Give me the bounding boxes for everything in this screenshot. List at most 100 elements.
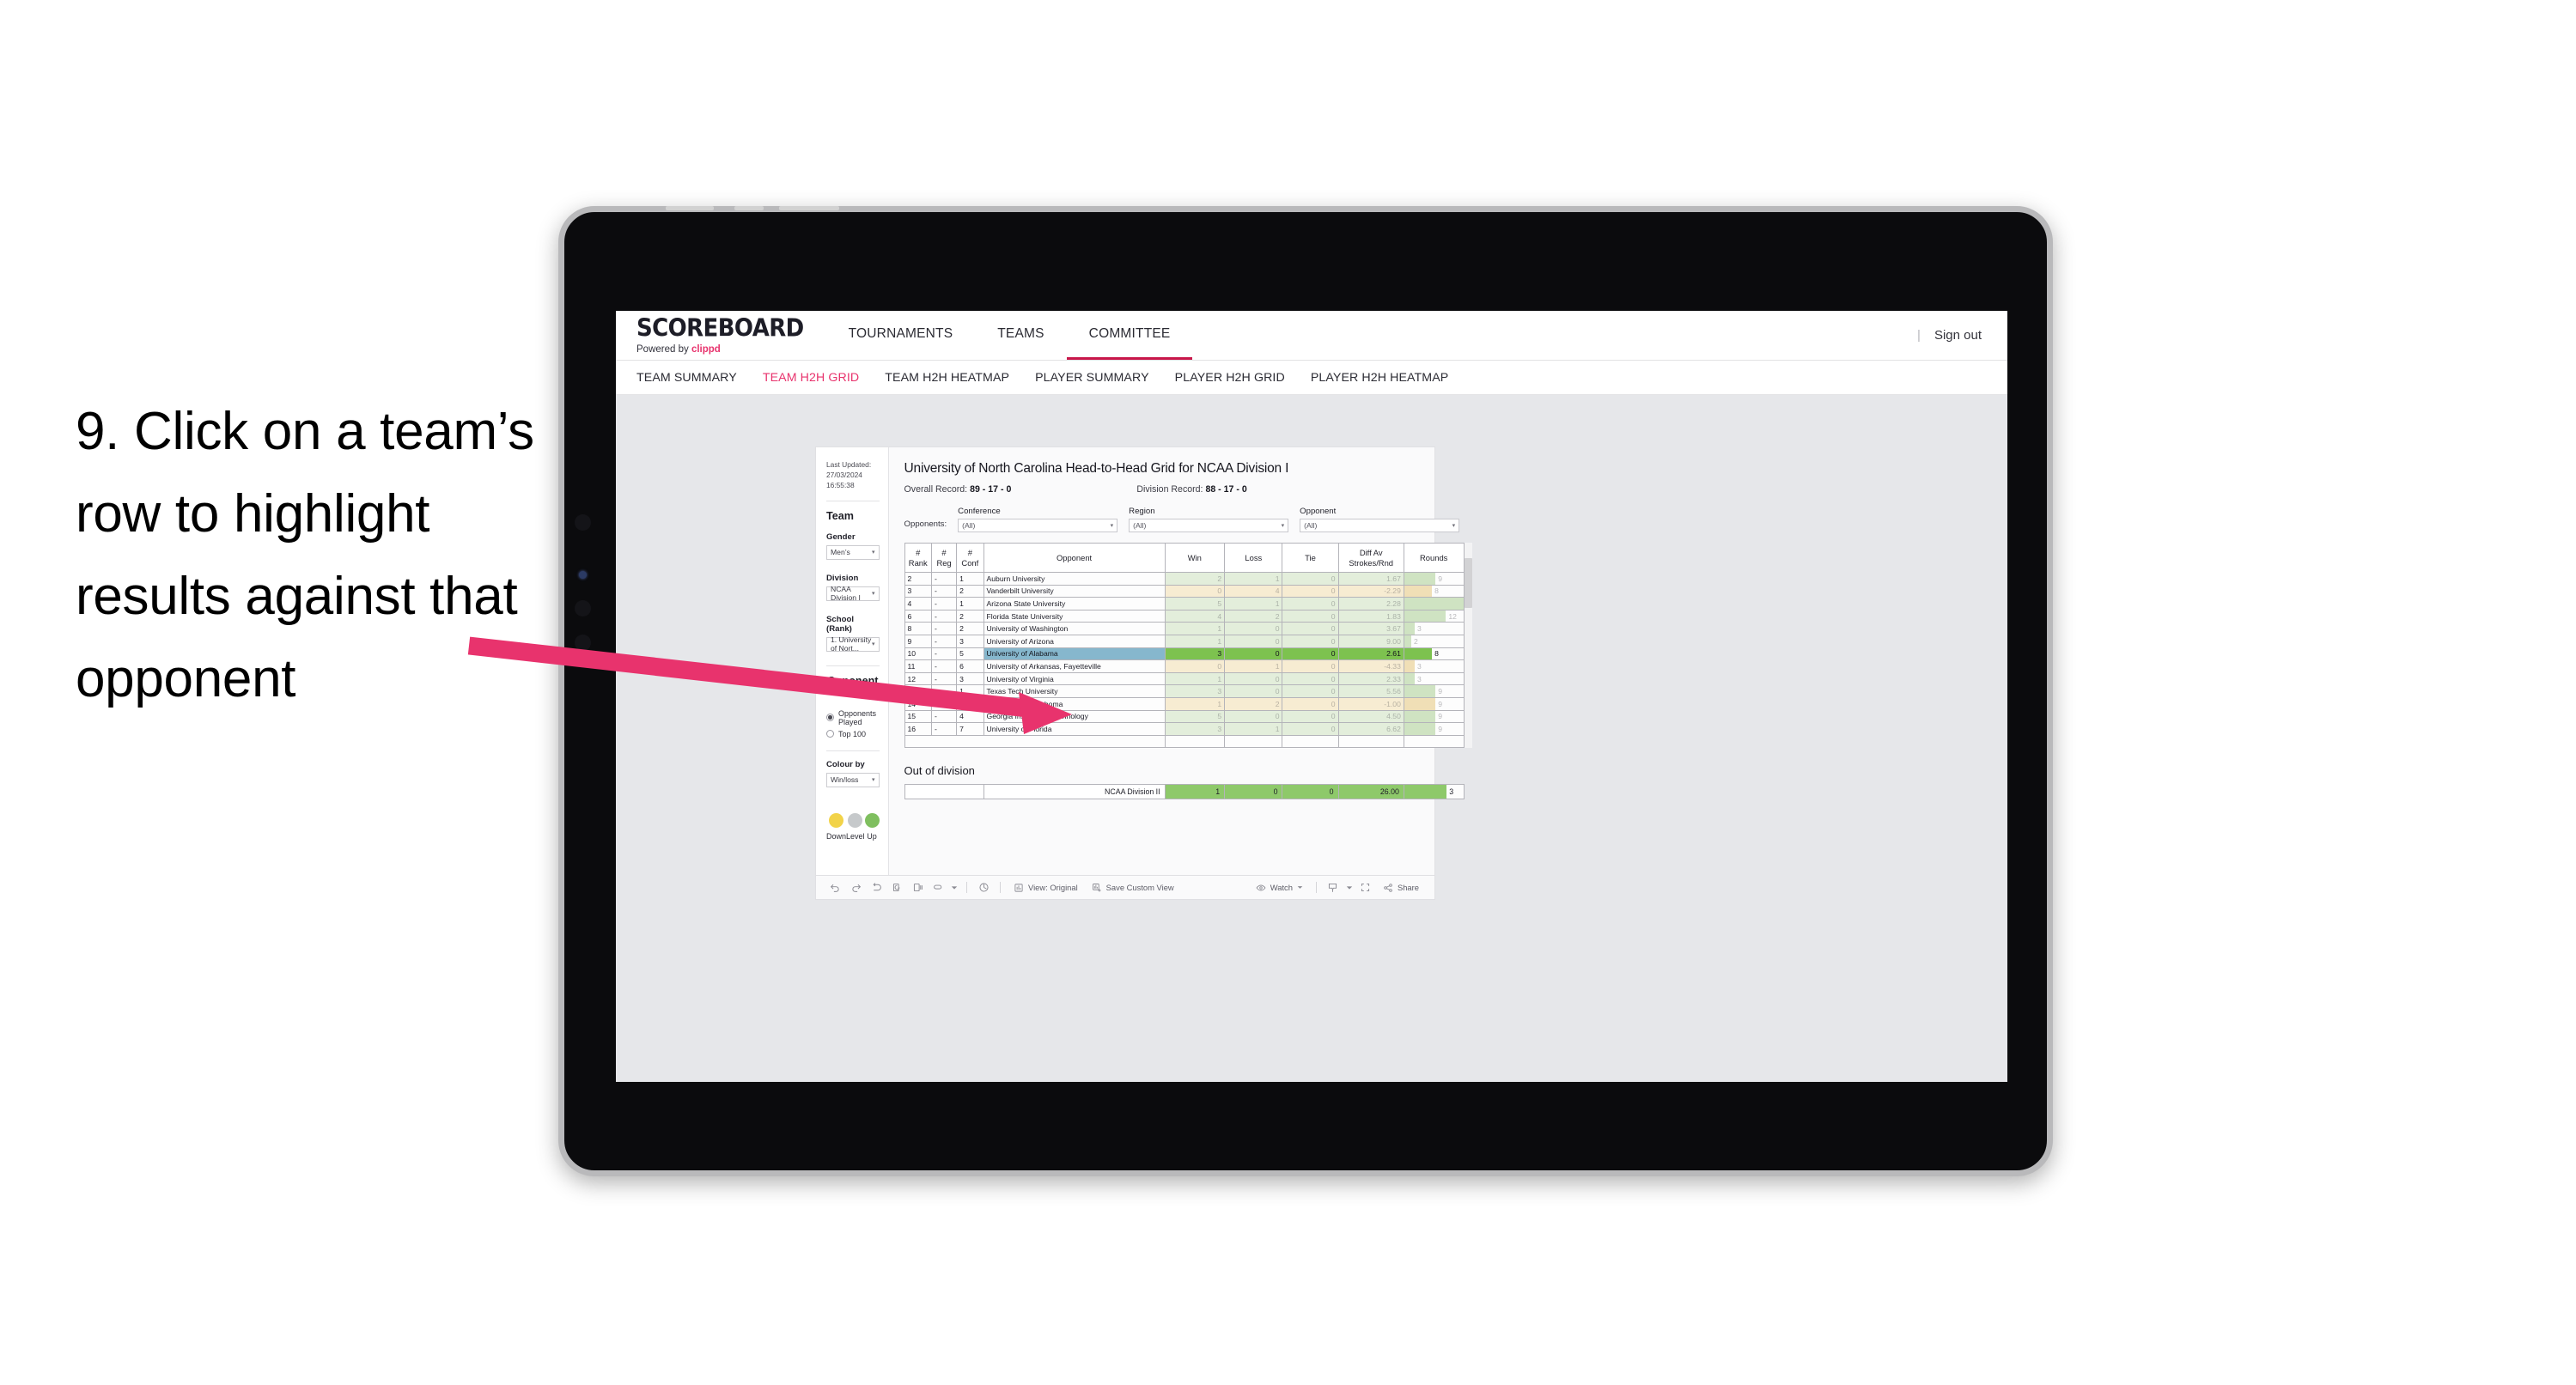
view-original-button[interactable]: View: Original <box>1007 883 1085 893</box>
table-row[interactable]: 14-2 University of Oklahoma 1 2 0 -1.00 9 <box>904 696 1465 711</box>
grid-vertical-scrollbar[interactable] <box>1464 543 1472 749</box>
table-row[interactable]: 11-6 University of Arkansas, Fayetteville… <box>904 659 1465 673</box>
col-tie[interactable]: Tie <box>1282 543 1339 573</box>
subnav-player-summary[interactable]: PLAYER SUMMARY <box>1035 371 1149 385</box>
division-select[interactable]: NCAA Division I ▾ <box>826 585 880 602</box>
subnav-team-h2h-grid[interactable]: TEAM H2H GRID <box>763 371 859 385</box>
col-rank[interactable]: # Rank <box>904 543 932 573</box>
col-opponent[interactable]: Opponent <box>983 543 1166 573</box>
gender-label: Gender <box>826 532 856 542</box>
conference-select[interactable]: (All) ▾ <box>958 519 1118 532</box>
table-row[interactable]: 9-3 University of Arizona 1 0 0 9.00 2 <box>904 634 1465 648</box>
cell-rank: 14 <box>904 696 932 711</box>
cell-tie: 0 <box>1282 696 1339 711</box>
save-custom-view-button[interactable]: Save Custom View <box>1085 883 1181 893</box>
cell-tie: 0 <box>1282 647 1339 661</box>
rounds-bar <box>1404 660 1415 672</box>
redo-icon[interactable] <box>845 882 866 893</box>
col-diff-av-strokes[interactable]: Diff Av Strokes/Rnd <box>1337 543 1404 573</box>
radio-icon <box>826 730 834 738</box>
radio-opponents-played[interactable]: Opponents Played <box>826 709 880 726</box>
empty-left <box>904 734 1166 749</box>
cell-opponent: Georgia Institute of Technology <box>983 709 1166 724</box>
table-row[interactable]: 12-3 University of Virginia 1 0 0 2.33 3 <box>904 671 1465 686</box>
colour-by-select[interactable]: Win/loss ▾ <box>826 772 880 787</box>
cell-rounds: 9 <box>1403 684 1465 698</box>
cell-rounds: 3 <box>1403 622 1465 635</box>
col-loss[interactable]: Loss <box>1224 543 1283 573</box>
save-custom-view-label: Save Custom View <box>1105 883 1174 892</box>
nav-tab-committee[interactable]: COMMITTEE <box>1066 311 1193 360</box>
chevron-down-icon <box>1297 886 1303 889</box>
rounds-bar <box>1404 586 1433 597</box>
out-of-division-row[interactable]: NCAA Division II 1 0 0 26.00 3 <box>904 784 1465 800</box>
gender-select[interactable]: Men’s ▾ <box>826 544 880 560</box>
chevron-down-icon[interactable] <box>948 884 960 891</box>
cell-rounds: 3 <box>1403 671 1465 686</box>
table-row[interactable]: 6-2 Florida State University 4 2 0 1.83 12 <box>904 609 1465 623</box>
share-button[interactable]: Share <box>1376 883 1426 893</box>
chevron-down-icon: ▾ <box>1452 523 1456 529</box>
cell-rounds: 8 <box>1403 647 1465 661</box>
legend-item-down: Down <box>826 812 847 841</box>
col-rounds[interactable]: Rounds <box>1403 543 1465 573</box>
nav-tab-teams[interactable]: TEAMS <box>975 311 1066 360</box>
divider <box>966 882 967 893</box>
ood-diff: 26.00 <box>1337 784 1404 800</box>
download-icon[interactable] <box>1323 882 1343 893</box>
table-row[interactable]: 15-4 Georgia Institute of Technology 5 0 0 4.… <box>904 709 1465 724</box>
cell-reg: - <box>930 647 958 661</box>
cell-loss: 0 <box>1224 709 1283 724</box>
subnav-player-h2h-heatmap[interactable]: PLAYER H2H HEATMAP <box>1311 371 1449 385</box>
table-row[interactable]: 13-1 Texas Tech University 3 0 0 5.56 9 <box>904 684 1465 698</box>
sign-out-link[interactable]: Sign out <box>1934 328 1982 343</box>
legend-label-down: Down <box>826 831 847 841</box>
cell-diff: 1.67 <box>1337 572 1404 586</box>
ood-tie: 0 <box>1282 784 1339 800</box>
cell-loss: 2 <box>1224 696 1283 711</box>
table-row[interactable]: 10-5 University of Alabama 3 0 0 2.61 8 <box>904 647 1465 661</box>
fullscreen-icon[interactable] <box>1355 882 1376 893</box>
highlight-icon[interactable] <box>928 882 948 893</box>
table-row[interactable]: 8-2 University of Washington 1 0 0 3.67 3 <box>904 622 1465 635</box>
subnav-team-summary[interactable]: TEAM SUMMARY <box>636 371 737 385</box>
pause-icon[interactable] <box>973 882 994 893</box>
cell-win: 5 <box>1164 709 1226 724</box>
radio-label-opponents-played: Opponents Played <box>838 708 877 726</box>
undo-icon[interactable] <box>825 882 845 893</box>
cell-reg: - <box>930 684 958 698</box>
table-row[interactable]: 2-1 Auburn University 2 1 0 1.67 9 <box>904 572 1465 586</box>
radio-top-100[interactable]: Top 100 <box>826 730 880 738</box>
brand-logo[interactable]: SCOREBOARD Powered by clippd <box>616 311 826 360</box>
table-row[interactable]: 3-2 Vanderbilt University 0 4 0 -2.29 8 <box>904 584 1465 598</box>
subnav-team-h2h-heatmap[interactable]: TEAM H2H HEATMAP <box>885 371 1009 385</box>
legend-dot-down <box>829 812 843 828</box>
cell-win: 3 <box>1164 722 1226 736</box>
region-select[interactable]: (All) ▾ <box>1129 519 1289 532</box>
opponent-select[interactable]: (All) ▾ <box>1300 519 1460 532</box>
cell-tie: 0 <box>1282 572 1339 586</box>
refresh-icon[interactable] <box>886 882 907 893</box>
cell-reg: - <box>930 671 958 686</box>
table-row[interactable]: 4-1Arizona State University5102.2817 <box>904 597 1465 610</box>
rounds-bar <box>1404 623 1415 635</box>
cell-diff: 2.61 <box>1337 647 1404 661</box>
col-conf[interactable]: # Conf <box>956 543 984 573</box>
rounds-value: 3 <box>1416 661 1422 671</box>
col-reg[interactable]: # Reg <box>930 543 958 573</box>
view-original-label: View: Original <box>1028 883 1078 892</box>
table-row[interactable]: 16-7 University of Florida 3 1 0 6.62 9 <box>904 722 1465 736</box>
school-select[interactable]: 1. University of Nort... ▾ <box>826 635 880 653</box>
watch-button[interactable]: Watch <box>1249 883 1310 893</box>
brand-name: SCOREBOARD <box>636 314 804 343</box>
pause-auto-updates-icon[interactable] <box>907 882 928 893</box>
school-filter: School (Rank) 1. University of Nort... ▾ <box>826 615 880 653</box>
scrollbar-thumb[interactable] <box>1464 558 1472 608</box>
cell-rank: 13 <box>904 684 932 698</box>
revert-icon[interactable] <box>866 882 886 893</box>
col-win[interactable]: Win <box>1164 543 1226 573</box>
subnav-player-h2h-grid[interactable]: PLAYER H2H GRID <box>1175 371 1285 385</box>
nav-tab-tournaments[interactable]: TOURNAMENTS <box>826 311 976 360</box>
colour-by-filter: Colour by Win/loss ▾ <box>826 760 880 787</box>
chevron-down-icon[interactable] <box>1343 884 1355 891</box>
